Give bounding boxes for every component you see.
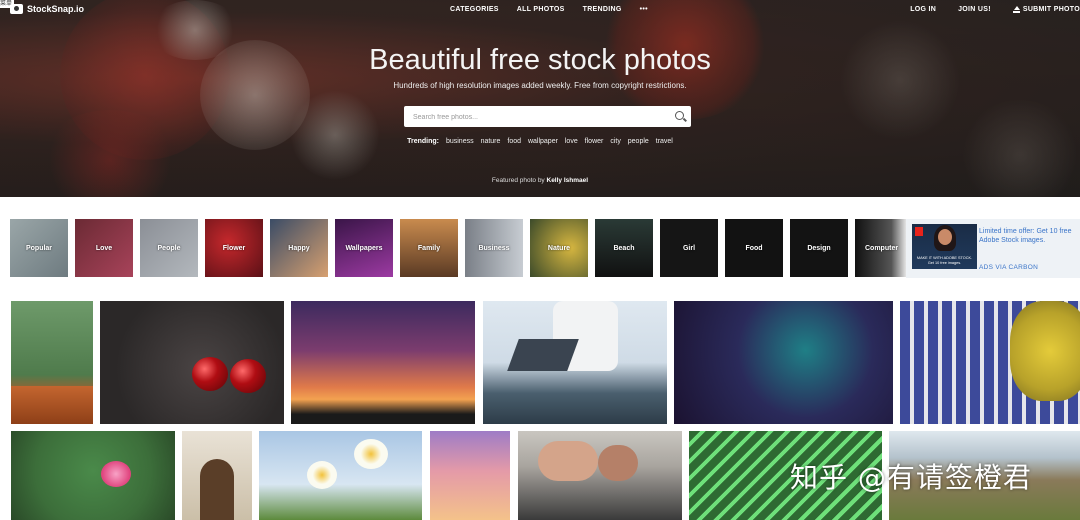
trending-tags: Trending: business nature food wallpaper…	[0, 138, 1080, 145]
photo-aloe-plant[interactable]	[11, 301, 93, 424]
photo-daffodils[interactable]	[259, 431, 422, 520]
laptop	[507, 339, 579, 371]
category-label: Popular	[25, 244, 53, 252]
category-tile-food[interactable]: Food	[725, 219, 783, 277]
category-label: Nature	[547, 244, 571, 252]
upload-icon	[1012, 6, 1020, 13]
photo-lotus-pond[interactable]	[11, 431, 175, 520]
category-label: Food	[745, 244, 763, 252]
category-tile-girl[interactable]: Girl	[660, 219, 718, 277]
category-tile-beach[interactable]: Beach	[595, 219, 653, 277]
photo-laptop-man[interactable]	[483, 301, 667, 424]
ad-text[interactable]: Limited time offer: Get 10 free Adobe St…	[979, 227, 1077, 245]
featured-credit: Featured photo by Kelly Ishmael	[0, 177, 1080, 184]
category-label: People	[157, 244, 181, 252]
ad-portrait-face	[938, 229, 952, 245]
site-logo[interactable]: StockSnap.io	[10, 4, 84, 14]
search-icon[interactable]	[675, 111, 684, 120]
autumn-tree	[1010, 301, 1080, 401]
hero-title: Beautiful free stock photos	[369, 44, 711, 76]
hand	[598, 445, 638, 481]
category-tile-people[interactable]: People	[140, 219, 198, 277]
trending-tag[interactable]: travel	[656, 138, 673, 145]
cherry	[230, 359, 266, 393]
category-tile-computer[interactable]: Computer	[855, 219, 907, 277]
search-input[interactable]	[404, 107, 654, 128]
category-label: Flower	[222, 244, 246, 252]
join-link[interactable]: JOIN US!	[958, 6, 991, 13]
trending-tag[interactable]: love	[565, 138, 578, 145]
trending-tag[interactable]: wallpaper	[528, 138, 558, 145]
ad-image-caption: MAKE IT WITH ADOBE STOCK. Get 10 free im…	[916, 256, 973, 265]
photo-building-tree[interactable]	[900, 301, 1080, 424]
category-tile-wallpapers[interactable]: Wallpapers	[335, 219, 393, 277]
photo-hands-bag[interactable]	[518, 431, 682, 520]
search-box	[404, 106, 691, 128]
photo-pastel-sky[interactable]	[430, 431, 510, 520]
category-tile-nature[interactable]: Nature	[530, 219, 588, 277]
category-tile-design[interactable]: Design	[790, 219, 848, 277]
nav-categories[interactable]: CATEGORIES	[450, 6, 499, 13]
hero-subtitle: Hundreds of high resolution images added…	[393, 81, 687, 90]
cherry	[192, 357, 228, 391]
category-label: Love	[95, 244, 113, 252]
category-label: Family	[417, 244, 441, 252]
trending-tag[interactable]: people	[628, 138, 649, 145]
category-label: Wallpapers	[345, 244, 383, 252]
hero-overlay	[0, 0, 1080, 197]
featured-prefix: Featured photo by	[491, 177, 545, 184]
category-label: Beach	[613, 244, 635, 252]
nav-all-photos[interactable]: ALL PHOTOS	[517, 6, 565, 13]
main-nav: CATEGORIES ALL PHOTOS TRENDING •••	[450, 6, 648, 13]
category-label: Happy	[288, 244, 310, 252]
hero-banner: 菜单 StockSnap.io CATEGORIES ALL PHOTOS TR…	[0, 0, 1080, 197]
ad-via-carbon[interactable]: ADS VIA CARBON	[979, 264, 1038, 271]
door	[200, 459, 234, 520]
plant-pot	[11, 386, 93, 424]
nav-more-icon[interactable]: •••	[640, 6, 648, 13]
trending-tag[interactable]: business	[446, 138, 474, 145]
category-label: Design	[807, 244, 831, 252]
trending-tag[interactable]: flower	[585, 138, 604, 145]
category-tile-flower[interactable]: Flower	[205, 219, 263, 277]
category-tile-happy[interactable]: Happy	[270, 219, 328, 277]
category-tile-love[interactable]: Love	[75, 219, 133, 277]
photo-particles[interactable]	[674, 301, 893, 424]
nav-trending[interactable]: TRENDING	[583, 6, 622, 13]
category-label: Girl	[682, 244, 696, 252]
category-tile-business[interactable]: Business	[465, 219, 523, 277]
photo-cherries[interactable]	[100, 301, 284, 424]
lotus-flower	[101, 461, 131, 487]
ad-image[interactable]: MAKE IT WITH ADOBE STOCK. Get 10 free im…	[912, 224, 977, 269]
daffodil	[307, 461, 337, 489]
photo-sunset-silhouette[interactable]	[291, 301, 475, 424]
adobe-logo-icon	[915, 227, 923, 236]
trending-tag[interactable]: food	[507, 138, 521, 145]
category-tile-family[interactable]: Family	[400, 219, 458, 277]
camera-icon	[10, 4, 23, 14]
top-navbar: 菜单 StockSnap.io CATEGORIES ALL PHOTOS TR…	[0, 0, 1080, 20]
login-link[interactable]: LOG IN	[910, 6, 936, 13]
account-nav: LOG IN JOIN US! SUBMIT PHOTO	[910, 6, 1080, 13]
site-name: StockSnap.io	[27, 4, 85, 14]
daffodil	[354, 439, 388, 469]
category-tile-popular[interactable]: Popular	[10, 219, 68, 277]
photo-ornate-door[interactable]	[182, 431, 252, 520]
trending-label: Trending:	[407, 138, 440, 145]
hand	[538, 441, 598, 481]
zhihu-watermark: 知乎 @有请签橙君	[790, 461, 1032, 494]
submit-photo-button[interactable]: SUBMIT PHOTO	[1012, 6, 1080, 13]
trending-tag[interactable]: city	[610, 138, 621, 145]
category-label: Computer	[865, 244, 899, 252]
featured-author[interactable]: Kelly Ishmael	[547, 177, 589, 184]
category-label: Business	[478, 244, 510, 252]
trending-tag[interactable]: nature	[481, 138, 501, 145]
carbon-ad[interactable]: MAKE IT WITH ADOBE STOCK. Get 10 free im…	[906, 219, 1080, 278]
submit-photo-label: SUBMIT PHOTO	[1022, 6, 1080, 13]
